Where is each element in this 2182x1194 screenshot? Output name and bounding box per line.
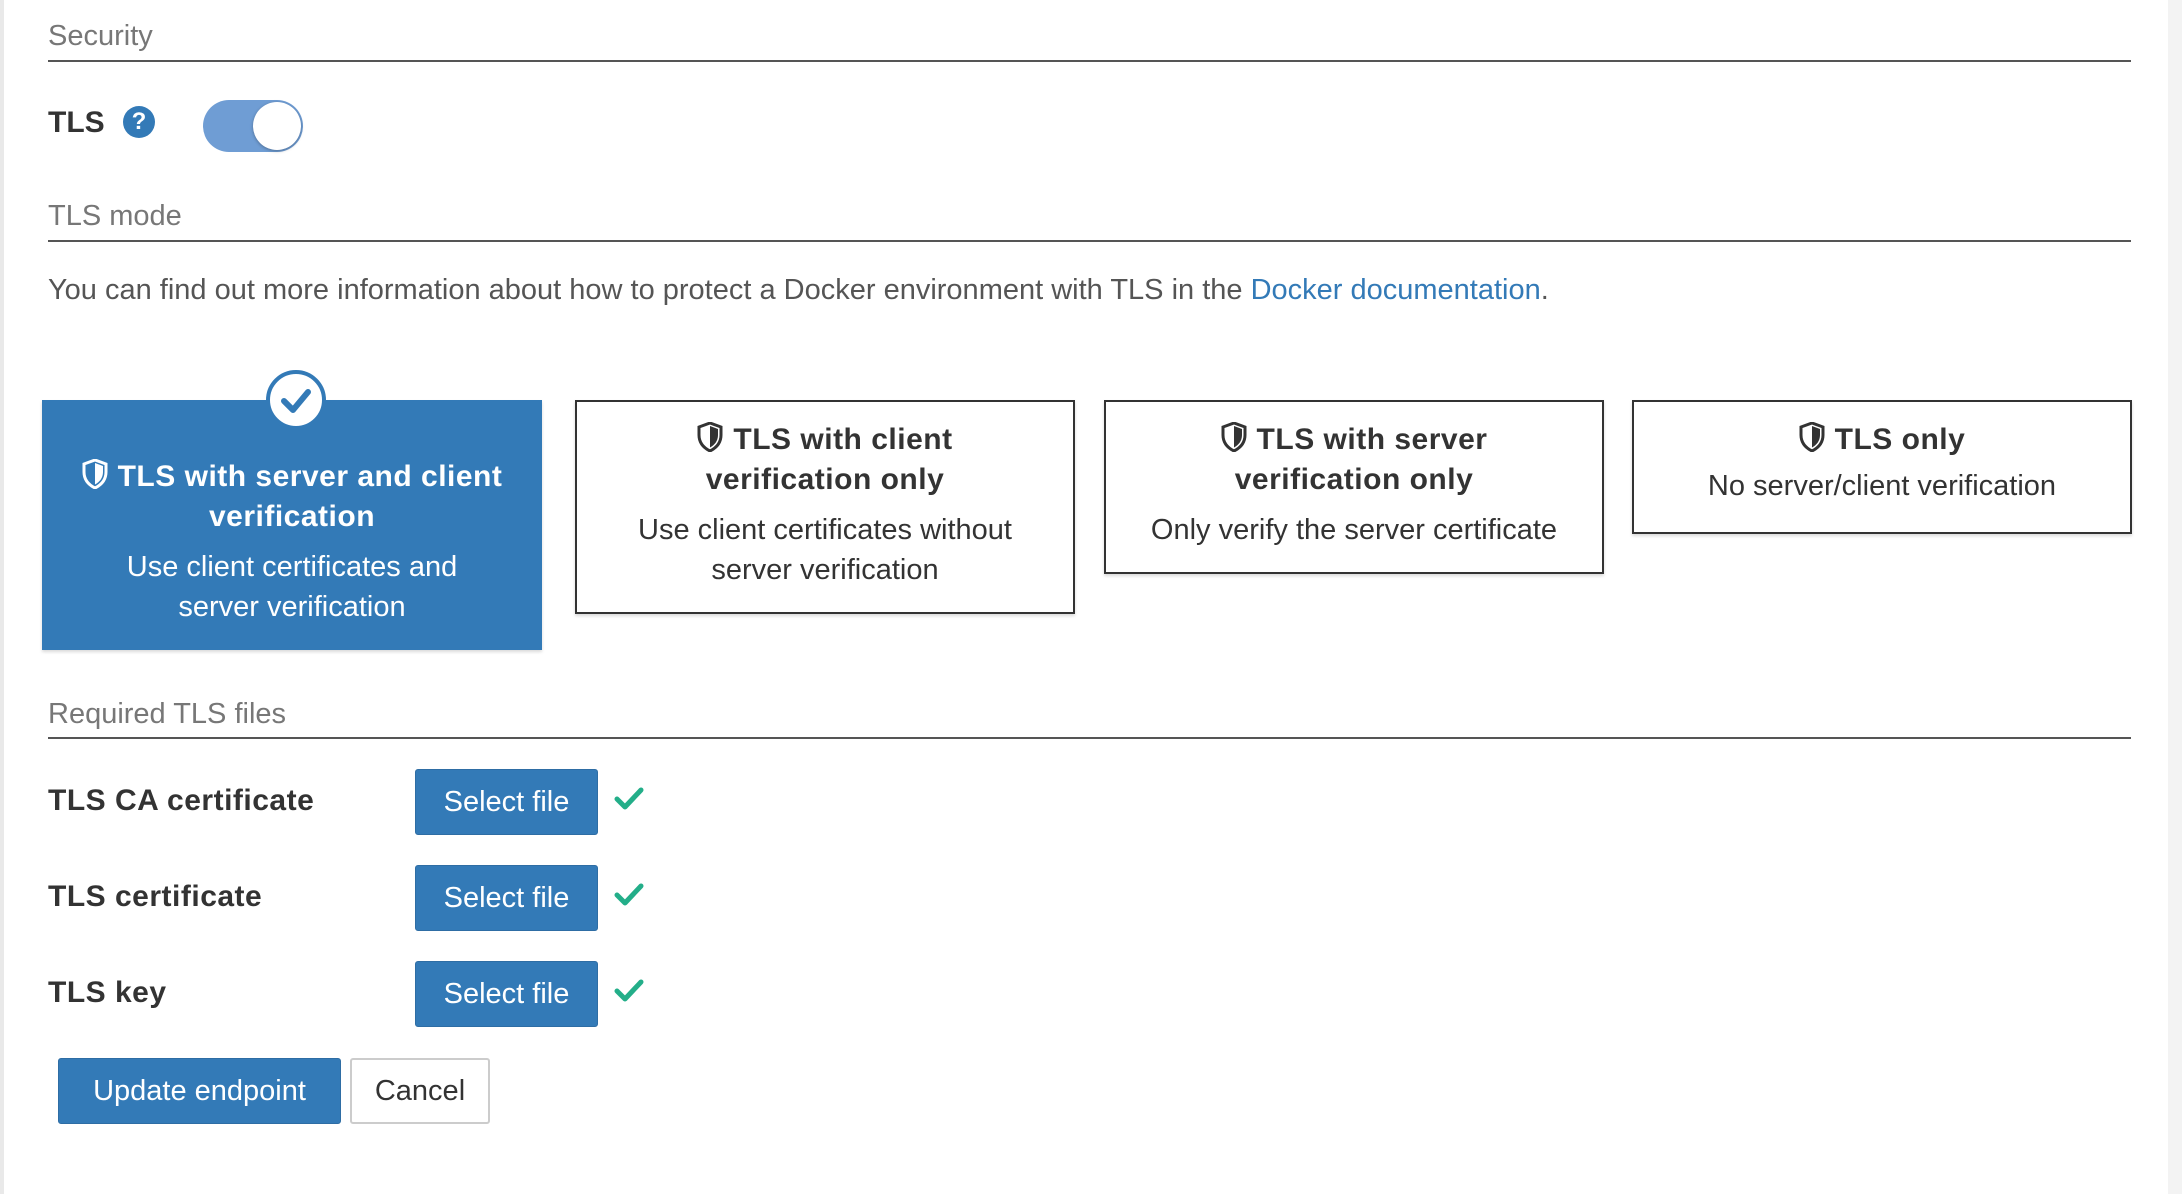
tls-info-text: You can find out more information about … (48, 274, 1549, 307)
mode-card-description: Only verify the server certificate (1150, 514, 1558, 546)
tls-toggle[interactable] (203, 100, 303, 152)
mode-card-title: TLS with server and client verification (44, 457, 540, 537)
endpoint-form-panel: Security TLS ? TLS mode You can find out… (0, 0, 2168, 1194)
select-key-button[interactable]: Select file (415, 961, 598, 1027)
mode-card-server-client[interactable]: TLS with server and client verification … (42, 400, 542, 650)
mode-card-description: Use client certificates without server v… (638, 514, 1012, 586)
section-divider (48, 737, 2131, 739)
file-label-ca-certificate: TLS CA certificate (48, 784, 315, 817)
checkmark-icon (614, 787, 644, 810)
section-title-tls-mode: TLS mode (48, 200, 182, 232)
docker-documentation-link[interactable]: Docker documentation (1251, 274, 1541, 306)
checkmark-icon (614, 979, 644, 1002)
shield-icon (1799, 422, 1825, 452)
mode-card-tls-only[interactable]: TLS only No server/client verification (1632, 400, 2132, 534)
info-text-period: . (1540, 274, 1549, 306)
shield-icon (1221, 422, 1247, 452)
section-divider (48, 60, 2131, 62)
mode-card-description: Use client certificates and server verif… (126, 551, 458, 623)
update-endpoint-button[interactable]: Update endpoint (58, 1058, 341, 1124)
mode-card-client-only[interactable]: TLS with client verification only Use cl… (575, 400, 1075, 614)
selected-check-icon (266, 370, 326, 430)
select-certificate-button[interactable]: Select file (415, 865, 598, 931)
mode-card-title: TLS with server verification only (1106, 420, 1602, 500)
file-label-certificate: TLS certificate (48, 880, 263, 913)
info-text-body: You can find out more information about … (48, 274, 1251, 306)
section-title-required-files: Required TLS files (48, 698, 287, 730)
select-ca-certificate-button[interactable]: Select file (415, 769, 598, 835)
question-circle-icon[interactable]: ? (123, 106, 155, 138)
mode-card-title: TLS with client verification only (577, 420, 1073, 500)
mode-card-description: No server/client verification (1707, 470, 2057, 502)
file-label-key: TLS key (48, 976, 167, 1009)
mode-card-server-only[interactable]: TLS with server verification only Only v… (1104, 400, 1604, 574)
shield-icon (82, 459, 108, 489)
section-title-security: Security (48, 20, 153, 52)
cancel-button[interactable]: Cancel (350, 1058, 490, 1124)
section-divider (48, 240, 2131, 242)
checkmark-icon (614, 883, 644, 906)
tls-label: TLS (48, 106, 105, 139)
shield-icon (697, 422, 723, 452)
mode-card-title: TLS only (1634, 420, 2130, 460)
toggle-knob (253, 102, 301, 150)
